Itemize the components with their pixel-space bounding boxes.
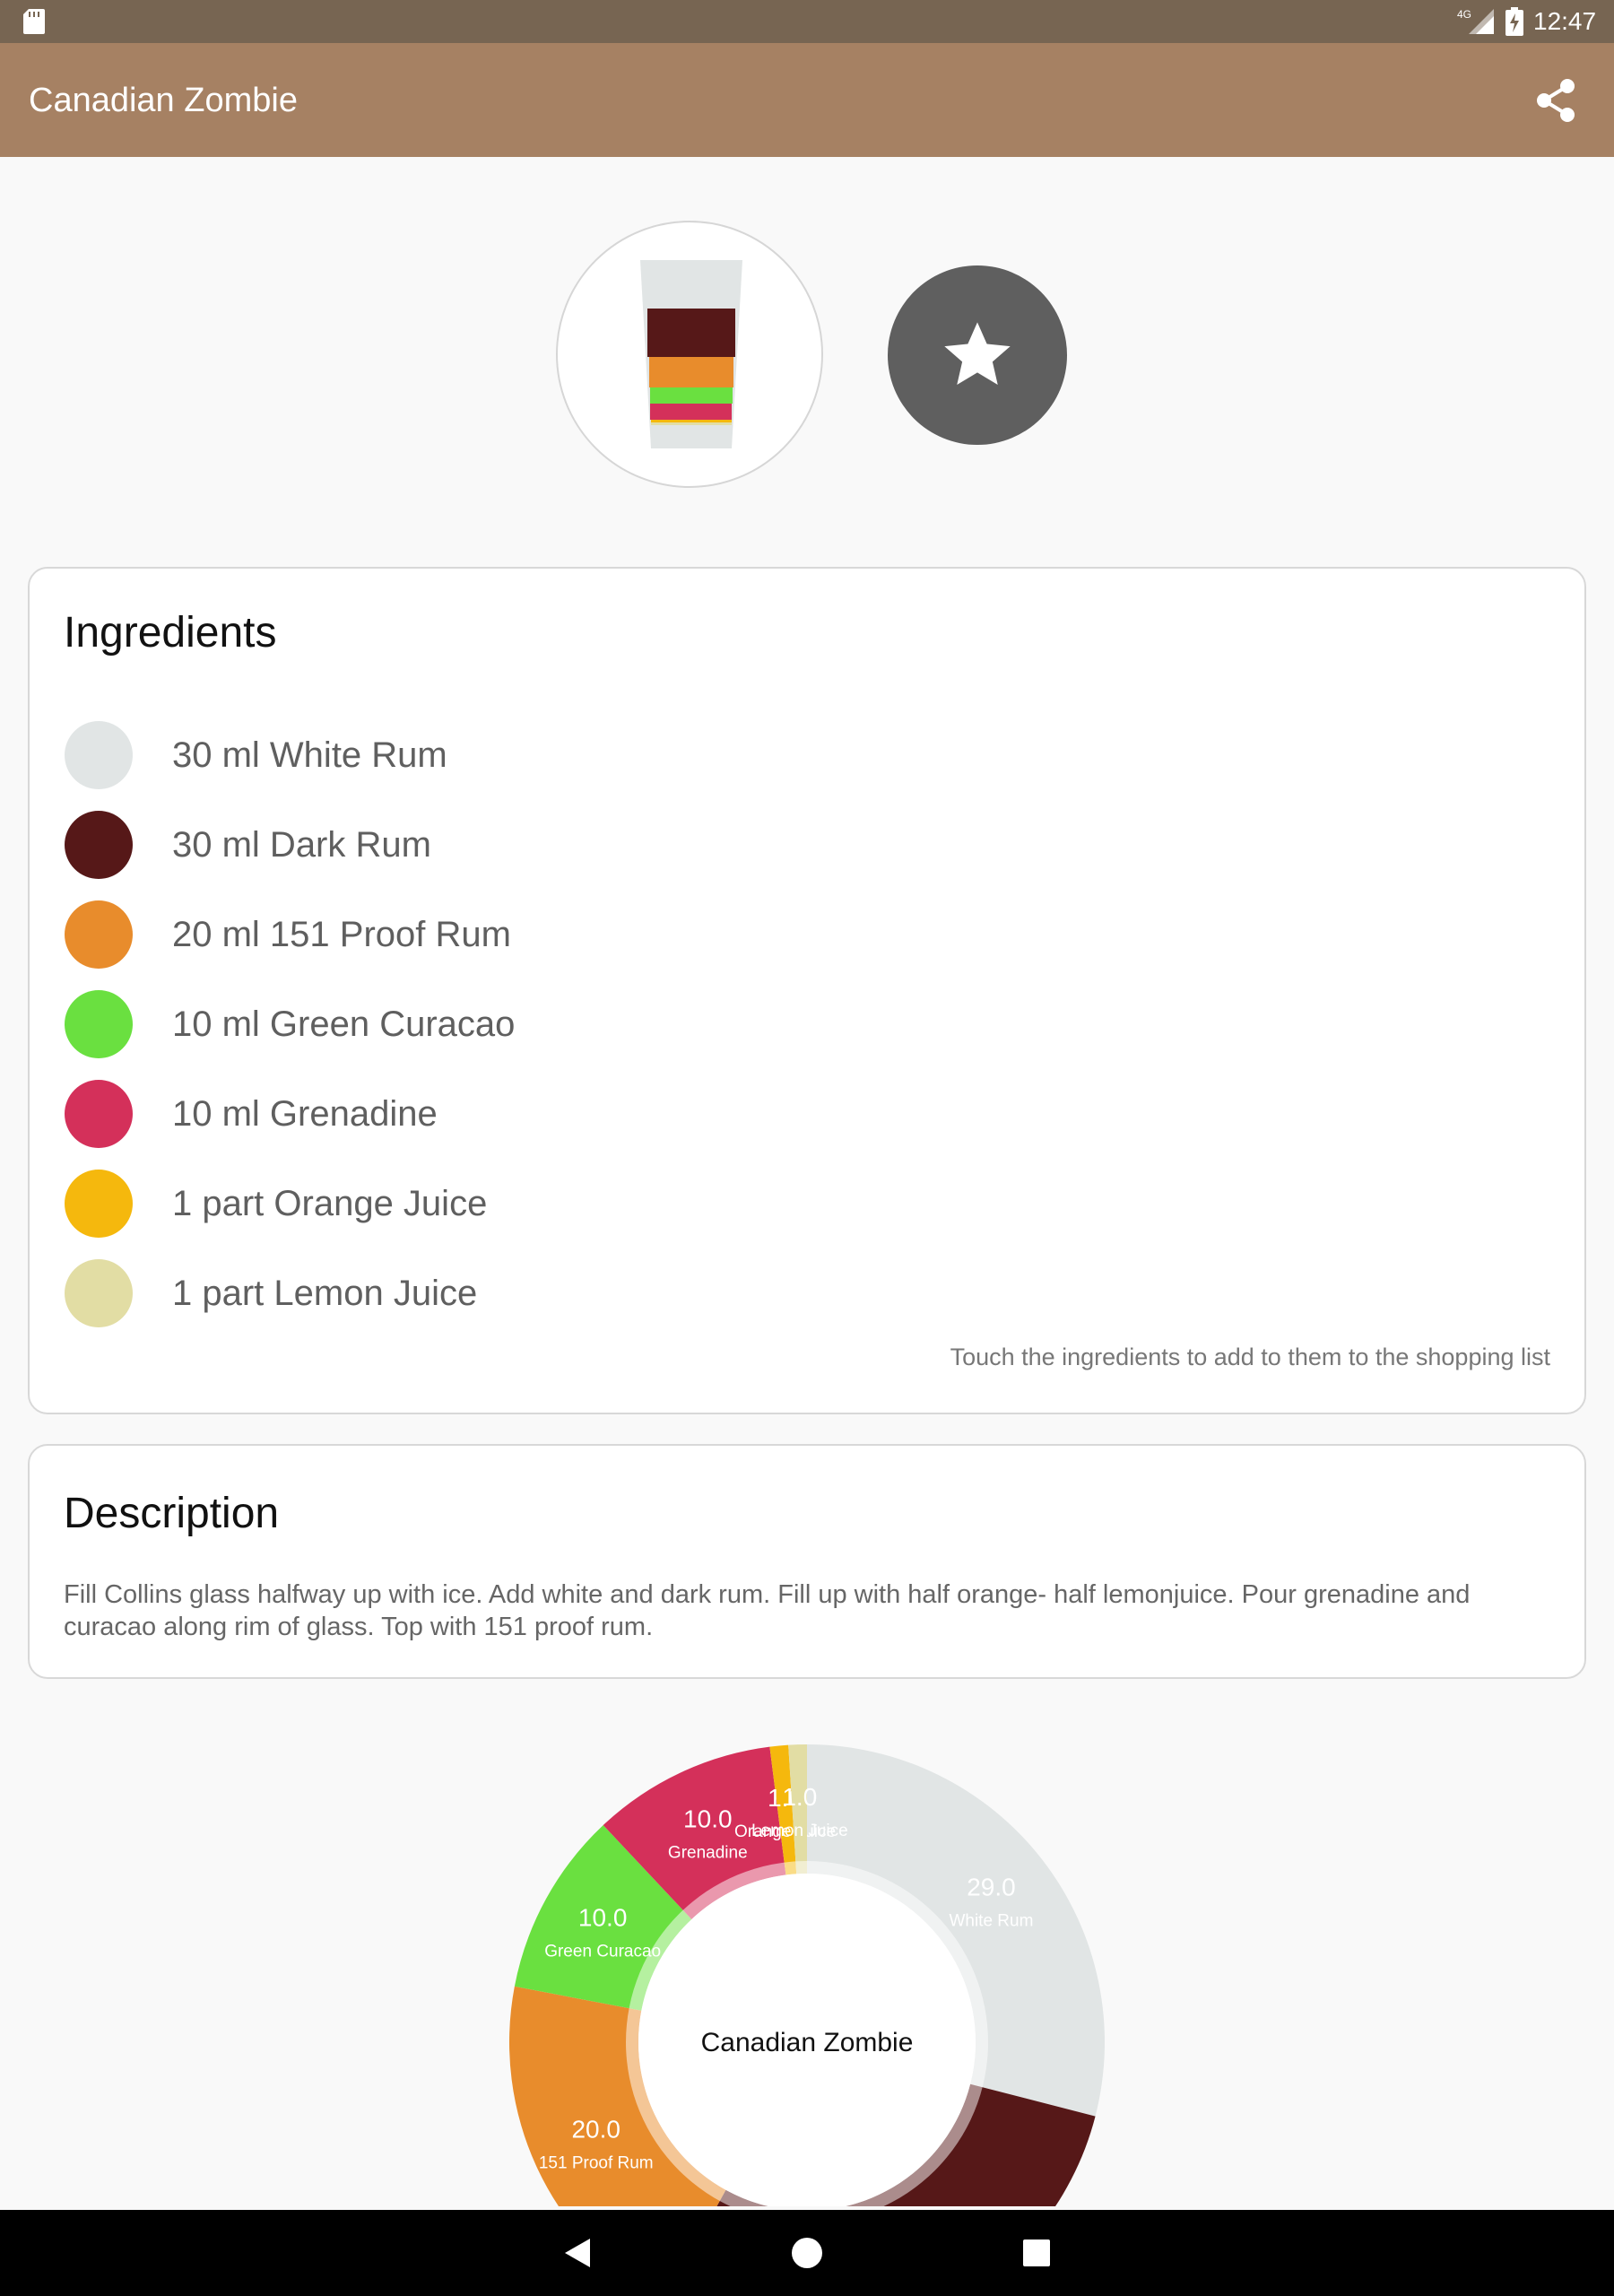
description-text: Fill Collins glass halfway up with ice. … <box>64 1580 1471 1641</box>
ingredient-list: 30 ml White Rum 30 ml Dark Rum 20 ml 151… <box>65 717 1544 1344</box>
home-button[interactable] <box>780 2226 834 2280</box>
ingredient-item[interactable]: 10 ml Grenadine <box>65 1075 1544 1165</box>
ingredient-color-dot <box>65 721 133 789</box>
glass-icon <box>640 260 742 448</box>
chart-center-label: Canadian Zombie <box>701 2028 914 2057</box>
ingredient-color-dot <box>65 900 133 969</box>
ingredient-item[interactable]: 10 ml Green Curacao <box>65 986 1544 1075</box>
chart-slice-name: 151 Proof Rum <box>539 2154 654 2173</box>
ingredient-donut-chart: 29.0White Rum29.0Dark Rum20.0151 Proof R… <box>0 1704 1614 2206</box>
dark-rum-layer <box>647 309 735 357</box>
orange-juice-layer <box>651 420 732 422</box>
ingredient-color-dot <box>65 1170 133 1238</box>
ingredient-item[interactable]: 20 ml 151 Proof Rum <box>65 896 1544 986</box>
status-bar: 4G 12:47 <box>0 0 1614 43</box>
ingredient-label: 1 part Orange Juice <box>172 1184 488 1223</box>
favorite-button[interactable] <box>888 265 1067 445</box>
back-button[interactable] <box>551 2226 604 2280</box>
ingredient-color-dot <box>65 990 133 1058</box>
app-bar: Canadian Zombie <box>0 43 1614 157</box>
back-icon <box>565 2239 590 2267</box>
shopping-list-hint: Touch the ingredients to add to them to … <box>950 1344 1550 1370</box>
cocktail-glass-image <box>556 221 823 488</box>
description-card: Description Fill Collins glass halfway u… <box>28 1444 1586 1679</box>
chart-value-label: 10.0 <box>578 1904 628 1932</box>
ingredient-color-dot <box>65 1080 133 1148</box>
ingredient-item[interactable]: 30 ml Dark Rum <box>65 806 1544 896</box>
chart-slice-name: Lemon Juice <box>751 1822 848 1840</box>
recents-icon <box>1023 2239 1050 2266</box>
chart-value-label: 1.0 <box>782 1783 817 1811</box>
recents-button[interactable] <box>1010 2226 1063 2280</box>
ingredients-card: Ingredients 30 ml White Rum 30 ml Dark R… <box>28 567 1586 1414</box>
chart-value-label: 10.0 <box>683 1805 733 1833</box>
lemon-juice-layer <box>651 422 732 425</box>
network-type: 4G <box>1457 8 1471 21</box>
chart-slice-name: Grenadine <box>668 1844 748 1863</box>
curacao-layer <box>650 387 733 404</box>
ingredient-label: 30 ml Dark Rum <box>172 825 431 865</box>
navigation-bar <box>0 2210 1614 2296</box>
ingredients-heading: Ingredients <box>64 609 277 657</box>
donut-chart-svg: 29.0White Rum29.0Dark Rum20.0151 Proof R… <box>509 1744 1105 2206</box>
ingredient-label: 30 ml White Rum <box>172 735 447 775</box>
chart-value-label: 29.0 <box>967 1874 1016 1901</box>
battery-charging-icon <box>1506 7 1523 36</box>
share-button[interactable] <box>1530 74 1584 127</box>
share-icon <box>1537 79 1575 122</box>
ingredient-item[interactable]: 1 part Lemon Juice <box>65 1255 1544 1344</box>
grenadine-layer <box>650 404 732 420</box>
ingredient-label: 20 ml 151 Proof Rum <box>172 915 511 954</box>
clock: 12:47 <box>1533 7 1597 35</box>
chart-slice-name: White Rum <box>949 1912 1033 1931</box>
chart-value-label: 20.0 <box>571 2116 620 2144</box>
ingredient-label: 1 part Lemon Juice <box>172 1274 478 1313</box>
proof-rum-layer <box>649 357 733 387</box>
sd-card-icon <box>23 9 45 34</box>
chart-slice-name: Green Curacao <box>544 1943 661 1961</box>
ingredient-label: 10 ml Green Curacao <box>172 1004 516 1044</box>
ingredient-item[interactable]: 1 part Orange Juice <box>65 1165 1544 1255</box>
page-title: Canadian Zombie <box>29 82 298 119</box>
ingredient-color-dot <box>65 1259 133 1327</box>
signal-icon: 4G <box>1457 8 1494 34</box>
home-icon <box>792 2238 822 2268</box>
ingredient-item[interactable]: 30 ml White Rum <box>65 717 1544 806</box>
ingredient-color-dot <box>65 811 133 879</box>
star-icon <box>944 322 1011 385</box>
ingredient-label: 10 ml Grenadine <box>172 1094 438 1134</box>
description-heading: Description <box>64 1490 280 1537</box>
